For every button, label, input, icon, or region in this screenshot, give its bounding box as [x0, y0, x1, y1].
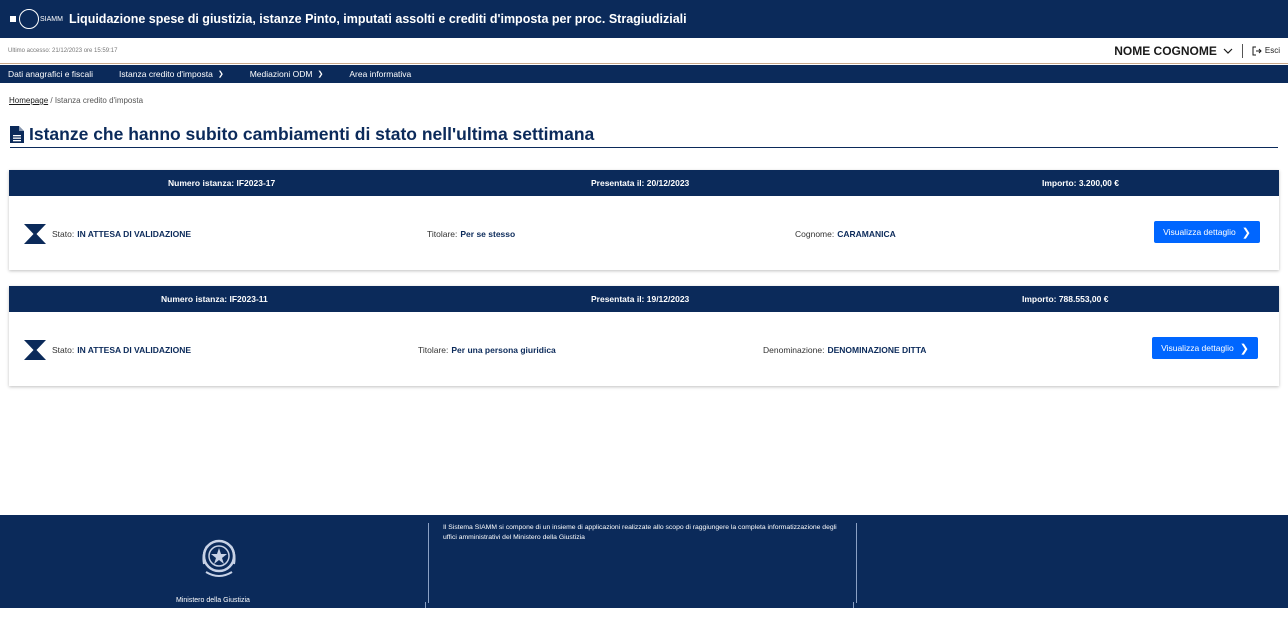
nav-item-label: Area informativa — [349, 69, 412, 79]
user-name-menu[interactable]: NOME COGNOME — [1114, 44, 1217, 58]
footer: Ministero della Giustizia Ministero dell… — [0, 515, 1288, 619]
titolare-field: Titolare: Per se stesso — [427, 229, 515, 239]
chevron-down-icon[interactable] — [1223, 46, 1233, 56]
titolare-value: Per se stesso — [460, 229, 516, 239]
nav-item-label: Mediazioni ODM — [249, 69, 313, 79]
button-label: Visualizza dettaglio — [1161, 343, 1234, 353]
footer-divider — [428, 523, 429, 603]
card-header: Numero istanza: IF2023-17 Presentata il:… — [9, 170, 1279, 196]
titolare-value: Per una persona giuridica — [451, 345, 556, 355]
chevron-right-icon: ❯ — [1241, 226, 1251, 239]
nav-item-mediazioni-odm[interactable]: Mediazioni ODM ❯ — [250, 69, 324, 79]
button-label: Visualizza dettaglio — [1163, 227, 1236, 237]
importo: Importo: 3.200,00 € — [1042, 178, 1120, 188]
user-bar: Ultimo accesso: 21/12/2023 ore 15:59:17 … — [0, 38, 1288, 64]
document-icon — [10, 126, 24, 143]
stato-label: Stato: — [52, 229, 75, 239]
numero-istanza: Numero istanza: IF2023-11 — [161, 294, 268, 304]
app-title: Liquidazione spese di giustizia, istanze… — [68, 12, 687, 26]
logout-label: Esci — [1264, 46, 1280, 55]
hourglass-icon — [24, 224, 46, 244]
stato-field: Stato: IN ATTESA DI VALIDAZIONE — [52, 345, 191, 355]
chevron-right-icon: ❯ — [1239, 342, 1249, 355]
footer-ministry-name: Ministero della Giustizia — [176, 597, 250, 604]
logout-icon — [1252, 46, 1262, 55]
card-body: Stato: IN ATTESA DI VALIDAZIONE Titolare:… — [9, 196, 1279, 270]
chevron-down-icon: ❯ — [317, 71, 324, 78]
cognome-field: Cognome: CARAMANICA — [795, 229, 896, 239]
logout-button[interactable]: Esci — [1252, 46, 1280, 56]
stato-label: Stato: — [52, 345, 75, 355]
siamm-logo[interactable]: SIAMM — [10, 9, 69, 29]
numero-istanza: Numero istanza: IF2023-17 — [168, 178, 276, 188]
nav-item-area-informativa[interactable]: Area informativa — [349, 69, 411, 79]
breadcrumb-home-link[interactable]: Homepage — [9, 96, 48, 105]
istanza-card: Numero istanza: IF2023-17 Presentata il:… — [9, 170, 1279, 270]
logo-circle-icon — [19, 9, 39, 29]
chevron-down-icon: ❯ — [217, 71, 224, 78]
footer-divider — [853, 602, 854, 608]
app-header: SIAMM Liquidazione spese di giustizia, i… — [0, 0, 1288, 38]
main-nav: Dati anagrafici e fiscali Istanza credit… — [0, 65, 1288, 83]
stato-value: IN ATTESA DI VALIDAZIONE — [77, 345, 192, 355]
nav-item-label: Dati anagrafici e fiscali — [8, 69, 94, 79]
footer-divider — [856, 523, 857, 603]
card-header: Numero istanza: IF2023-11 Presentata il:… — [9, 286, 1279, 312]
logo-square-icon — [10, 16, 16, 22]
cognome-value: CARAMANICA — [837, 229, 896, 239]
denominazione-label: Denominazione: — [763, 345, 825, 355]
footer-description: Il Sistema SIAMM si compone di un insiem… — [443, 524, 837, 541]
italian-republic-emblem-icon — [202, 539, 236, 577]
breadcrumb-current: Istanza credito d'imposta — [54, 96, 144, 105]
istanza-card: Numero istanza: IF2023-11 Presentata il:… — [9, 286, 1279, 386]
data-presentazione: Presentata il: 19/12/2023 — [591, 294, 690, 304]
footer-ministry-name-secondary: Ministero della Giustizia — [176, 612, 250, 619]
page-title-bar: Istanze che hanno subito cambiamenti di … — [10, 124, 1278, 148]
breadcrumb: Homepage / Istanza credito d'imposta — [9, 96, 143, 105]
visualizza-dettaglio-button[interactable]: Visualizza dettaglio ❯ — [1152, 337, 1258, 359]
page-title: Istanze che hanno subito cambiamenti di … — [29, 124, 595, 144]
card-body: Stato: IN ATTESA DI VALIDAZIONE Titolare:… — [9, 312, 1279, 386]
titolare-label: Titolare: — [427, 229, 458, 239]
importo: Importo: 788.553,00 € — [1022, 294, 1109, 304]
denominazione-field: Denominazione: DENOMINAZIONE DITTA — [763, 345, 926, 355]
user-area: NOME COGNOME Esci — [1114, 43, 1280, 58]
titolare-label: Titolare: — [418, 345, 449, 355]
breadcrumb-separator: / — [48, 96, 55, 105]
nav-item-istanza-credito[interactable]: Istanza credito d'imposta ❯ — [119, 69, 224, 79]
cognome-label: Cognome: — [795, 229, 835, 239]
footer-divider — [425, 602, 426, 608]
data-presentazione: Presentata il: 20/12/2023 — [591, 178, 690, 188]
nav-item-label: Istanza credito d'imposta — [119, 69, 213, 79]
logo-text: SIAMM — [40, 15, 63, 23]
visualizza-dettaglio-button[interactable]: Visualizza dettaglio ❯ — [1154, 221, 1260, 243]
hourglass-icon — [24, 340, 46, 360]
last-access-text: Ultimo accesso: 21/12/2023 ore 15:59:17 — [8, 47, 118, 54]
titolare-field: Titolare: Per una persona giuridica — [418, 345, 556, 355]
stato-field: Stato: IN ATTESA DI VALIDAZIONE — [52, 229, 191, 239]
denominazione-value: DENOMINAZIONE DITTA — [827, 345, 927, 355]
divider — [1241, 43, 1243, 58]
nav-item-dati-anagrafici[interactable]: Dati anagrafici e fiscali — [8, 69, 93, 79]
stato-value: IN ATTESA DI VALIDAZIONE — [77, 229, 192, 239]
